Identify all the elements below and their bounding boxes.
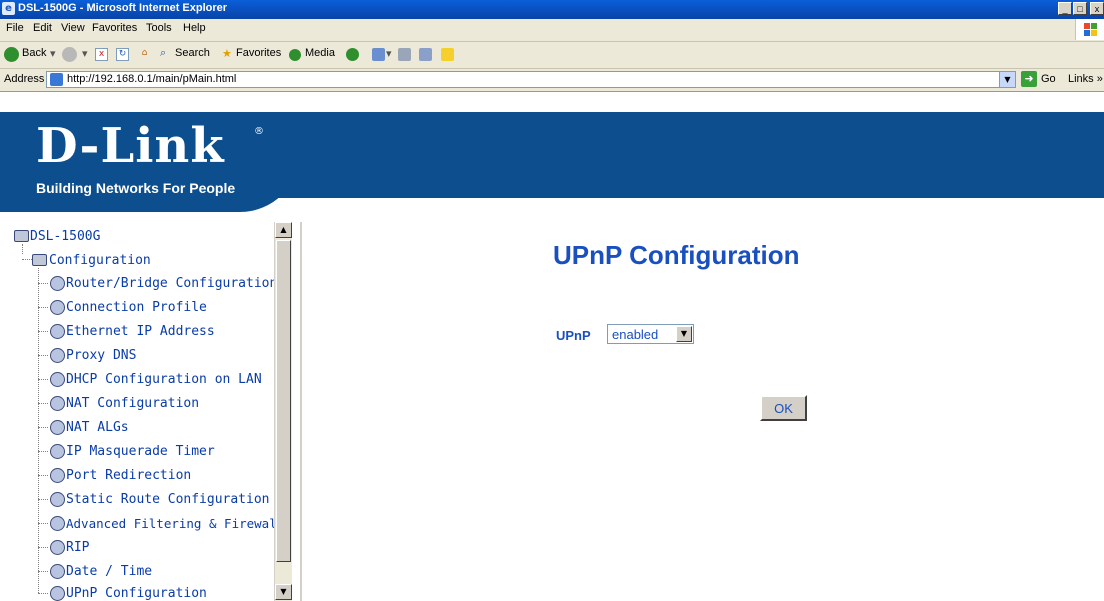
favorites-button[interactable]: Favorites bbox=[236, 47, 281, 59]
tagline: Building Networks For People bbox=[36, 180, 236, 196]
mail-dropdown-icon[interactable]: ▾ bbox=[386, 47, 392, 60]
nav-date-time[interactable]: Date / Time bbox=[66, 564, 152, 579]
search-icon[interactable]: ⌕ bbox=[160, 47, 166, 60]
print-icon[interactable] bbox=[398, 48, 411, 61]
page-title: UPnP Configuration bbox=[553, 240, 800, 270]
tree-line bbox=[38, 268, 39, 593]
forward-dropdown-icon[interactable]: ▾ bbox=[82, 47, 88, 60]
nav-frame: DSL-1500G Configuration Router/Bridge Co… bbox=[0, 222, 302, 601]
window-title-bar: e DSL-1500G - Microsoft Internet Explore… bbox=[0, 0, 1104, 19]
ok-button[interactable]: OK bbox=[760, 395, 807, 421]
upnp-select[interactable]: enabled ▼ bbox=[607, 324, 694, 344]
back-arrow-icon[interactable] bbox=[4, 47, 19, 62]
config-page-icon bbox=[50, 396, 65, 411]
maximize-button[interactable]: □ bbox=[1073, 2, 1087, 15]
window-title: DSL-1500G - Microsoft Internet Explorer bbox=[18, 2, 228, 14]
nav-rip[interactable]: RIP bbox=[66, 540, 89, 555]
ie-app-icon: e bbox=[2, 2, 15, 15]
history-icon[interactable] bbox=[346, 48, 359, 61]
config-page-icon bbox=[50, 468, 65, 483]
upnp-select-value[interactable]: enabled bbox=[612, 327, 658, 342]
menu-bar: File Edit View Favorites Tools Help bbox=[0, 19, 1104, 42]
back-button[interactable]: Back bbox=[22, 47, 46, 59]
logo-text: D-Link bbox=[36, 118, 225, 174]
minimize-button[interactable]: _ bbox=[1058, 2, 1072, 15]
config-page-icon bbox=[50, 372, 65, 387]
tree-line bbox=[22, 259, 32, 260]
menu-help[interactable]: Help bbox=[183, 22, 206, 34]
menu-file[interactable]: File bbox=[6, 22, 24, 34]
menu-view[interactable]: View bbox=[61, 22, 85, 34]
links-button[interactable]: Links » bbox=[1068, 73, 1103, 85]
address-bar: Address http://192.168.0.1/main/pMain.ht… bbox=[0, 69, 1104, 92]
config-page-icon bbox=[50, 300, 65, 315]
tree-line bbox=[22, 244, 23, 254]
config-page-icon bbox=[50, 540, 65, 555]
scroll-up-icon[interactable]: ▲ bbox=[275, 222, 292, 238]
config-page-icon bbox=[50, 276, 65, 291]
toolbar: Back ▾ ▾ x ↻ ⌂ ⌕ Search ★ Favorites Medi… bbox=[0, 42, 1104, 69]
nav-upnp[interactable]: UPnP Configuration bbox=[66, 586, 207, 601]
upnp-label: UPnP bbox=[556, 328, 591, 343]
back-dropdown-icon[interactable]: ▾ bbox=[50, 47, 56, 60]
menu-tools[interactable]: Tools bbox=[146, 22, 172, 34]
go-arrow-icon[interactable]: ➜ bbox=[1021, 71, 1037, 87]
nav-scrollbar[interactable]: ▲ ▼ bbox=[274, 222, 292, 601]
configuration-folder-icon bbox=[32, 254, 47, 266]
nav-proxy-dns[interactable]: Proxy DNS bbox=[66, 348, 136, 363]
nav-router-bridge[interactable]: Router/Bridge Configuration bbox=[66, 276, 277, 291]
config-page-icon bbox=[50, 444, 65, 459]
stop-icon[interactable]: x bbox=[95, 48, 108, 61]
mail-icon[interactable] bbox=[372, 48, 385, 61]
go-button[interactable]: Go bbox=[1041, 73, 1056, 85]
close-button[interactable]: x bbox=[1090, 2, 1104, 15]
menu-edit[interactable]: Edit bbox=[33, 22, 52, 34]
windows-logo-icon bbox=[1075, 19, 1104, 40]
config-page-icon bbox=[50, 586, 65, 601]
home-icon[interactable]: ⌂ bbox=[138, 48, 151, 61]
address-label: Address bbox=[4, 73, 45, 85]
config-page-icon bbox=[50, 492, 65, 507]
nav-advanced-filtering[interactable]: Advanced Filtering & Firewall bbox=[66, 516, 284, 531]
nav-connection-profile[interactable]: Connection Profile bbox=[66, 300, 207, 315]
media-icon[interactable] bbox=[289, 49, 301, 61]
root-folder-icon bbox=[14, 230, 29, 242]
forward-arrow-icon[interactable] bbox=[62, 47, 77, 62]
nav-nat-algs[interactable]: NAT ALGs bbox=[66, 420, 129, 435]
config-page-icon bbox=[50, 564, 65, 579]
edit-icon[interactable] bbox=[419, 48, 432, 61]
favorites-star-icon[interactable]: ★ bbox=[222, 47, 232, 60]
config-page-icon bbox=[50, 420, 65, 435]
messenger-icon[interactable] bbox=[441, 48, 454, 61]
tree-root[interactable]: DSL-1500G bbox=[30, 229, 100, 244]
page-icon bbox=[50, 73, 63, 86]
config-page-icon bbox=[50, 348, 65, 363]
media-button[interactable]: Media bbox=[305, 47, 335, 59]
menu-favorites[interactable]: Favorites bbox=[92, 22, 137, 34]
address-input[interactable]: http://192.168.0.1/main/pMain.html ▼ bbox=[46, 71, 1016, 88]
scroll-thumb[interactable] bbox=[276, 240, 291, 562]
chevron-down-icon[interactable]: ▼ bbox=[676, 326, 692, 342]
refresh-icon[interactable]: ↻ bbox=[116, 48, 129, 61]
nav-dhcp[interactable]: DHCP Configuration on LAN bbox=[66, 372, 262, 387]
scroll-down-icon[interactable]: ▼ bbox=[275, 584, 292, 600]
address-dropdown-icon[interactable]: ▼ bbox=[999, 72, 1015, 87]
nav-static-route[interactable]: Static Route Configuration bbox=[66, 492, 270, 507]
tree-configuration[interactable]: Configuration bbox=[49, 253, 151, 268]
nav-nat-config[interactable]: NAT Configuration bbox=[66, 396, 199, 411]
nav-ethernet-ip[interactable]: Ethernet IP Address bbox=[66, 324, 215, 339]
config-page-icon bbox=[50, 324, 65, 339]
search-button[interactable]: Search bbox=[175, 47, 210, 59]
nav-ip-masquerade[interactable]: IP Masquerade Timer bbox=[66, 444, 215, 459]
config-page-icon bbox=[50, 516, 65, 531]
registered-mark: ® bbox=[254, 126, 264, 137]
address-url[interactable]: http://192.168.0.1/main/pMain.html bbox=[67, 73, 236, 85]
nav-port-redirection[interactable]: Port Redirection bbox=[66, 468, 191, 483]
